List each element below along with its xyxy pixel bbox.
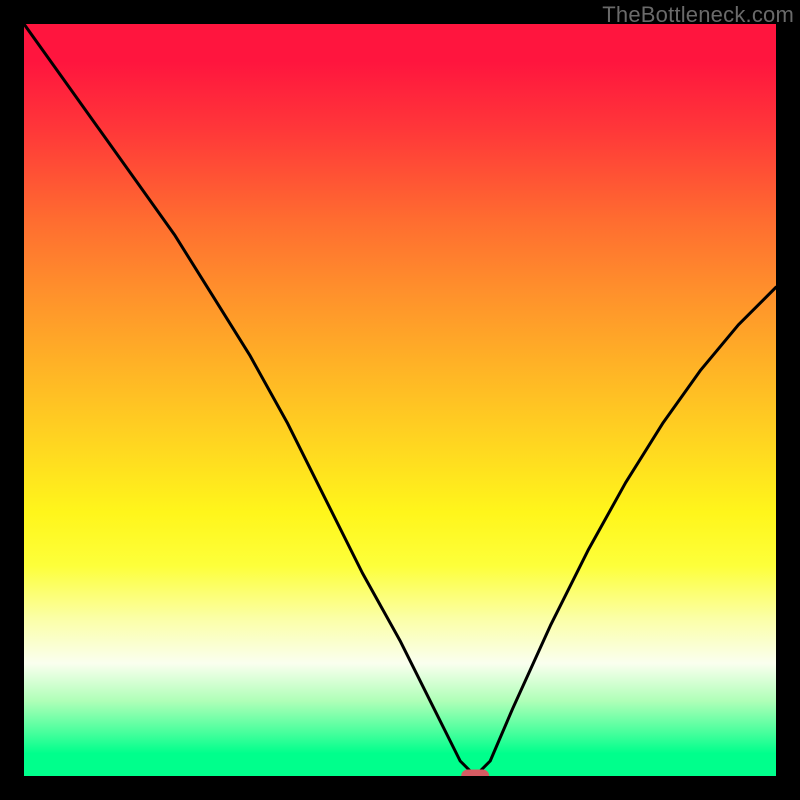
plot-svg — [24, 24, 776, 776]
watermark-label: TheBottleneck.com — [602, 2, 794, 28]
optimum-marker — [461, 770, 489, 777]
chart-frame: TheBottleneck.com — [0, 0, 800, 800]
plot-area — [24, 24, 776, 776]
bottleneck-curve — [24, 24, 776, 776]
